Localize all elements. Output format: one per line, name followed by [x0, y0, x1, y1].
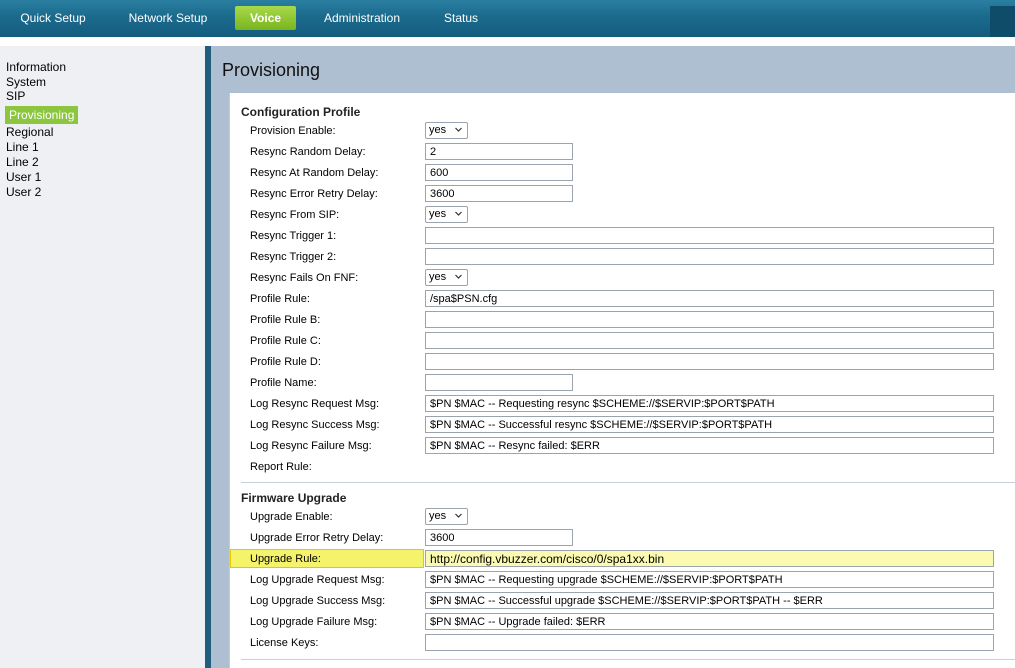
label-resync-trigger-2: Resync Trigger 2:	[250, 251, 337, 263]
tab-network-setup[interactable]: Network Setup	[120, 6, 216, 30]
section-separator	[241, 482, 1015, 483]
label-profile-rule-b: Profile Rule B:	[250, 314, 321, 326]
resync-trigger-2-field[interactable]	[425, 248, 994, 265]
sidebar-item-line-1[interactable]: Line 1	[6, 140, 39, 155]
log-resync-request-msg-field[interactable]: $PN $MAC -- Requesting resync $SCHEME://…	[425, 395, 994, 412]
resync-at-random-delay-field[interactable]: 600	[425, 164, 573, 181]
resync-trigger-1-field[interactable]	[425, 227, 994, 244]
label-profile-name: Profile Name:	[250, 377, 317, 389]
profile-rule-field[interactable]: /spa$PSN.cfg	[425, 290, 994, 307]
sidebar-item-system[interactable]: System	[6, 75, 46, 90]
label-report-rule: Report Rule:	[250, 461, 312, 473]
chevron-down-icon	[455, 211, 462, 216]
license-keys-field[interactable]	[425, 634, 994, 651]
top-nav: Quick Setup Network Setup Voice Administ…	[0, 0, 1015, 39]
label-upgrade-error-retry-delay: Upgrade Error Retry Delay:	[250, 532, 384, 544]
profile-rule-b-field[interactable]	[425, 311, 994, 328]
section-title-configuration-profile: Configuration Profile	[241, 105, 361, 119]
section-title-firmware-upgrade: Firmware Upgrade	[241, 491, 347, 505]
sidebar: Information System SIP Provisioning Regi…	[0, 46, 206, 668]
label-license-keys: License Keys:	[250, 637, 319, 649]
main-content: Provisioning Configuration Profile Provi…	[211, 46, 1015, 668]
profile-rule-d-field[interactable]	[425, 353, 994, 370]
upgrade-enable-select[interactable]: yes	[425, 508, 468, 525]
label-profile-rule-c: Profile Rule C:	[250, 335, 321, 347]
label-provision-enable: Provision Enable:	[250, 125, 336, 137]
label-resync-from-sip: Resync From SIP:	[250, 209, 340, 221]
log-upgrade-failure-msg-field[interactable]: $PN $MAC -- Upgrade failed: $ERR	[425, 613, 994, 630]
sidebar-item-regional[interactable]: Regional	[6, 125, 53, 140]
label-profile-rule: Profile Rule:	[250, 293, 310, 305]
sidebar-item-line-2[interactable]: Line 2	[6, 155, 39, 170]
label-profile-rule-d: Profile Rule D:	[250, 356, 321, 368]
label-resync-fails-on-fnf: Resync Fails On FNF:	[250, 272, 359, 284]
upgrade-error-retry-delay-field[interactable]: 3600	[425, 529, 573, 546]
resync-from-sip-value: yes	[429, 208, 447, 220]
provision-enable-value: yes	[429, 124, 447, 136]
resync-fails-on-fnf-select[interactable]: yes	[425, 269, 468, 286]
log-resync-failure-msg-field[interactable]: $PN $MAC -- Resync failed: $ERR	[425, 437, 994, 454]
resync-error-retry-delay-field[interactable]: 3600	[425, 185, 573, 202]
log-upgrade-request-msg-field[interactable]: $PN $MAC -- Requesting upgrade $SCHEME:/…	[425, 571, 994, 588]
log-resync-success-msg-field[interactable]: $PN $MAC -- Successful resync $SCHEME://…	[425, 416, 994, 433]
page-title: Provisioning	[222, 60, 321, 80]
profile-rule-c-field[interactable]	[425, 332, 994, 349]
label-log-upgrade-failure-msg: Log Upgrade Failure Msg:	[250, 616, 378, 628]
label-resync-random-delay: Resync Random Delay:	[250, 146, 366, 158]
label-resync-trigger-1: Resync Trigger 1:	[250, 230, 337, 242]
log-upgrade-success-msg-field[interactable]: $PN $MAC -- Successful upgrade $SCHEME:/…	[425, 592, 994, 609]
label-resync-at-random-delay: Resync At Random Delay:	[250, 167, 379, 179]
settings-panel: Configuration Profile Provision Enable: …	[229, 93, 1015, 668]
label-upgrade-rule: Upgrade Rule:	[250, 553, 321, 565]
nav-right-edge	[990, 6, 1015, 37]
label-resync-error-retry-delay: Resync Error Retry Delay:	[250, 188, 378, 200]
resync-random-delay-field[interactable]: 2	[425, 143, 573, 160]
label-log-resync-success-msg: Log Resync Success Msg:	[250, 419, 380, 431]
tab-voice[interactable]: Voice	[235, 6, 296, 30]
resync-fails-on-fnf-value: yes	[429, 271, 447, 283]
tab-quick-setup[interactable]: Quick Setup	[10, 6, 96, 30]
tab-administration[interactable]: Administration	[315, 6, 409, 30]
sidebar-item-user-1[interactable]: User 1	[6, 170, 41, 185]
label-log-upgrade-request-msg: Log Upgrade Request Msg:	[250, 574, 385, 586]
sidebar-item-information[interactable]: Information	[6, 60, 66, 75]
chevron-down-icon	[455, 513, 462, 518]
label-log-resync-failure-msg: Log Resync Failure Msg:	[250, 440, 372, 452]
sidebar-item-provisioning[interactable]: Provisioning	[5, 106, 79, 124]
label-log-upgrade-success-msg: Log Upgrade Success Msg:	[250, 595, 386, 607]
profile-name-field[interactable]	[425, 374, 573, 391]
section-separator-bottom	[241, 659, 1015, 660]
tab-status[interactable]: Status	[436, 6, 486, 30]
upgrade-rule-field[interactable]: http://config.vbuzzer.com/cisco/0/spa1xx…	[425, 550, 994, 567]
upgrade-enable-value: yes	[429, 510, 447, 522]
provision-enable-select[interactable]: yes	[425, 122, 468, 139]
resync-from-sip-select[interactable]: yes	[425, 206, 468, 223]
label-log-resync-request-msg: Log Resync Request Msg:	[250, 398, 380, 410]
chevron-down-icon	[455, 127, 462, 132]
sidebar-item-sip[interactable]: SIP	[6, 89, 25, 104]
label-upgrade-enable: Upgrade Enable:	[250, 511, 333, 523]
sidebar-item-user-2[interactable]: User 2	[6, 185, 41, 200]
chevron-down-icon	[455, 274, 462, 279]
